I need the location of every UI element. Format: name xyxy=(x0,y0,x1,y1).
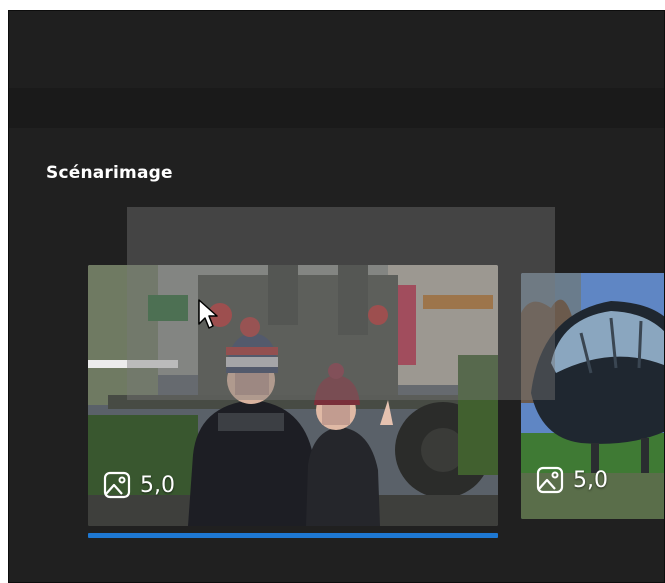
title-bar xyxy=(9,11,664,88)
app-window: Scénarimage 5,0 5,0 xyxy=(8,10,665,583)
storyboard-title: Scénarimage xyxy=(46,163,173,183)
clip-duration: 5,0 xyxy=(535,465,608,495)
mouse-cursor-icon xyxy=(198,299,218,329)
clip-duration: 5,0 xyxy=(102,470,175,500)
image-icon xyxy=(536,466,564,494)
drag-preview-overlay[interactable] xyxy=(127,207,555,400)
selected-clip-indicator xyxy=(88,533,498,538)
clip-duration-value: 5,0 xyxy=(140,472,175,498)
clip-duration-value: 5,0 xyxy=(573,467,608,493)
toolbar xyxy=(9,88,664,128)
image-icon xyxy=(103,471,131,499)
